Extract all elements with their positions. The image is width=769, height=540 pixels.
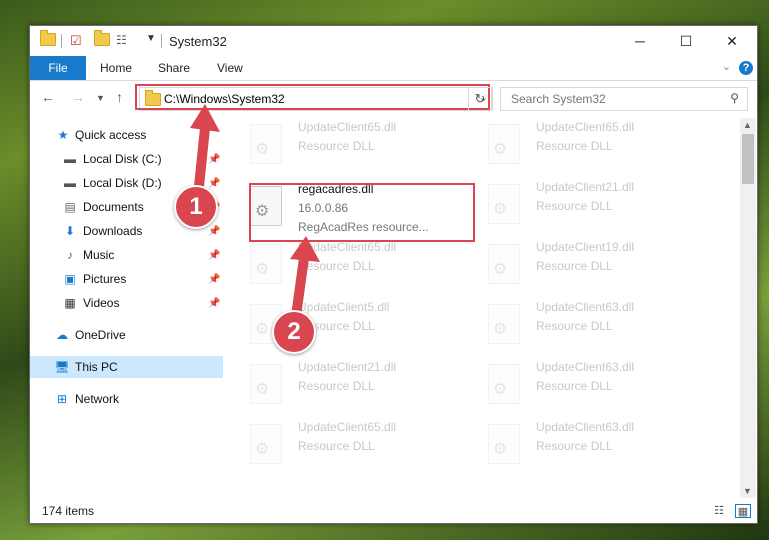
callout-arrows — [190, 104, 320, 317]
callout-arrowhead-1 — [190, 104, 220, 132]
callout-arrow-2 — [291, 257, 309, 317]
callout-badge-2: 2 — [272, 310, 316, 354]
callout-badge-1: 1 — [174, 185, 218, 229]
callout-arrowhead-2 — [290, 236, 320, 262]
